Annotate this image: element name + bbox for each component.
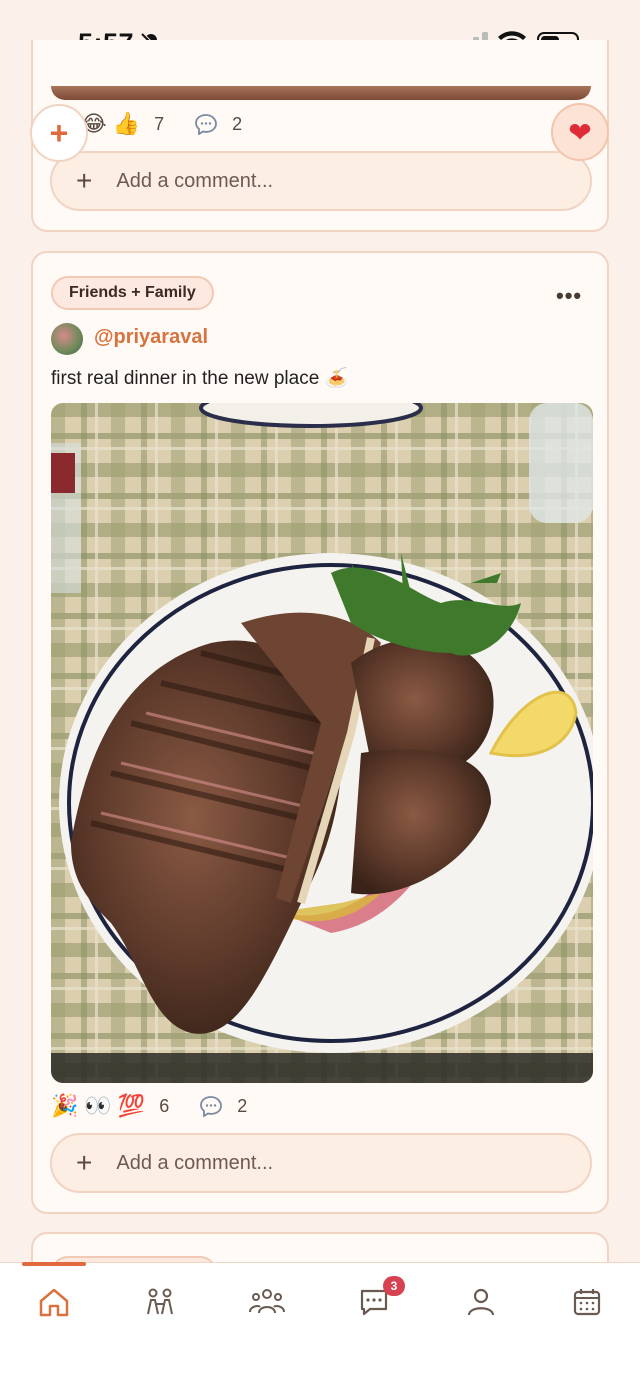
comment-bubble-icon[interactable] bbox=[199, 1095, 223, 1117]
steak-photo-image bbox=[51, 403, 593, 1083]
tab-bar bbox=[0, 1262, 640, 1388]
plus-icon: + bbox=[76, 165, 93, 196]
more-options-icon[interactable]: ••• bbox=[556, 283, 582, 309]
calendar-icon bbox=[573, 1289, 601, 1316]
reaction-emoji: 🎉 bbox=[51, 1093, 79, 1118]
couple-icon bbox=[147, 1288, 173, 1315]
post-username[interactable]: @priyaraval bbox=[94, 326, 208, 349]
post-caption: first real dinner in the new place 🍝 bbox=[51, 368, 349, 389]
avatar[interactable] bbox=[51, 323, 83, 355]
previous-post-photo[interactable] bbox=[51, 86, 591, 100]
post-photo[interactable] bbox=[51, 403, 593, 1083]
tab-home[interactable] bbox=[34, 1284, 74, 1320]
comment-count: 2 bbox=[237, 1095, 248, 1116]
tab-profile[interactable] bbox=[461, 1284, 501, 1320]
reaction-emoji: 👍 bbox=[112, 111, 141, 136]
comment-bubble-icon[interactable] bbox=[194, 113, 218, 135]
profile-icon bbox=[467, 1288, 495, 1316]
tab-groups[interactable] bbox=[247, 1284, 287, 1320]
plus-icon: + bbox=[76, 1147, 93, 1178]
comment-count: 2 bbox=[232, 113, 243, 134]
messages-badge: 3 bbox=[383, 1276, 405, 1296]
previous-post-card: 😂 👍 7 2 + Add a comment... bbox=[31, 40, 609, 232]
audience-label: Friends + Family bbox=[69, 284, 196, 301]
home-icon bbox=[39, 1288, 69, 1317]
groups-icon bbox=[249, 1289, 285, 1314]
reaction-emoji: 👀 bbox=[84, 1093, 112, 1118]
comment-input[interactable]: + Add a comment... bbox=[50, 1133, 592, 1193]
comment-placeholder: Add a comment... bbox=[116, 1151, 274, 1174]
active-tab-indicator bbox=[22, 1262, 86, 1266]
reaction-count: 6 bbox=[159, 1095, 170, 1116]
add-post-button[interactable]: + bbox=[30, 104, 88, 162]
post-card: Friends + Family ••• @priyaraval first r… bbox=[31, 251, 609, 1214]
reaction-count: 7 bbox=[154, 113, 165, 134]
tab-couple[interactable] bbox=[140, 1284, 180, 1320]
plus-icon: + bbox=[49, 114, 69, 151]
heart-button[interactable]: ❤ bbox=[551, 103, 609, 161]
tab-calendar[interactable] bbox=[567, 1284, 607, 1320]
comment-placeholder: Add a comment... bbox=[116, 169, 274, 192]
reaction-emoji: 💯 bbox=[117, 1093, 146, 1118]
previous-post-reactions[interactable]: 😂 👍 7 2 bbox=[81, 112, 242, 136]
audience-badge[interactable]: Friends + Family bbox=[51, 276, 214, 310]
previous-post-comment-input[interactable]: + Add a comment... bbox=[50, 151, 592, 211]
post-reactions[interactable]: 🎉 👀 💯 6 2 bbox=[51, 1094, 247, 1118]
heart-icon: ❤ bbox=[568, 116, 592, 148]
